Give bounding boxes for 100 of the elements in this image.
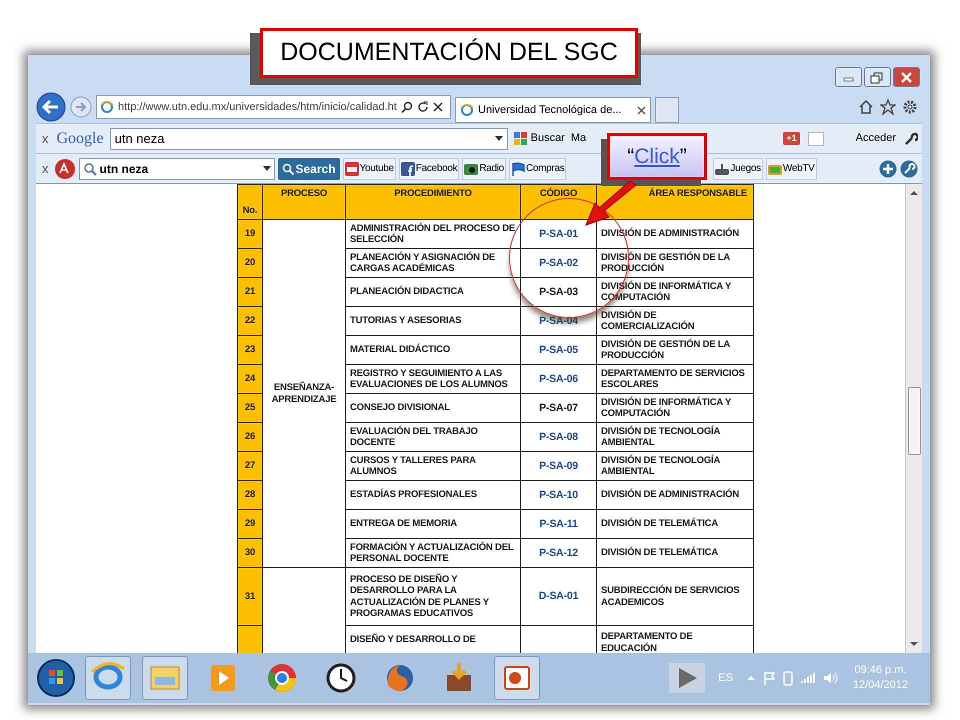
search-icon [82,162,96,176]
joystick-icon [715,162,730,176]
table-cell: REGISTRO Y SEGUIMIENTO A LAS EVALUACIONES DE LOS ALUMNOS [350,368,508,390]
table-cell: CURSOS Y TALLERES PARA ALUMNOS [350,454,476,477]
table-cell: DIVISIÓN DE TECNOLOGÍA AMBIENTAL [601,426,720,448]
table-cell: DIVISIÓN DE TELEMÁTICA [601,547,718,558]
table-cell: PLANEACIÓN DIDACTICA [350,286,464,298]
search-icon[interactable] [400,101,413,113]
toolbar-link[interactable]: Radio [462,158,506,180]
settings-icon[interactable] [902,99,918,115]
click-link[interactable]: Click [634,140,680,172]
table-cell: FORMACIÓN Y ACTUALIZACIÓN DEL PERSONAL DOCENTE [350,542,514,564]
up-arrow-icon [910,190,918,196]
table-cell: 25 [238,394,262,422]
browser-tab[interactable]: Universidad Tecnológica de... [455,97,651,123]
toolbar-link[interactable]: Facebook [398,158,460,180]
refresh-icon[interactable] [416,101,429,113]
table-cell: DIVISIÓN DE TECNOLOGÍA AMBIENTAL [601,454,720,477]
search-field[interactable]: utn neza [110,128,508,150]
table-cell: ESTADÍAS PROFESIONALES [350,489,477,500]
table-cell: CONSEJO DIVISIONAL [350,402,450,414]
ask-logo-icon [54,158,76,180]
toolbar-link[interactable]: WebTV [766,158,817,180]
search-icon [282,162,294,174]
table-cell: P-SA-07 [539,402,578,414]
google-logo: Google [56,128,104,148]
quote-mark: ” [680,144,687,170]
close-icon[interactable] [637,106,646,114]
table-cell-text: ENSEÑANZA-APRENDIZAJE [270,382,338,405]
table-cell: ENTREGA DE MEMORIA [350,518,457,530]
table-cell: DIVISIÓN DE INFORMÁTICA Y COMPUTACIÓN [601,396,731,419]
back-icon[interactable] [36,92,66,122]
search-button[interactable]: Buscar [514,130,565,147]
plus-one-button[interactable]: +1 [783,132,800,146]
search-text: utn neza [114,130,164,148]
table-cell: EVALUACIÓN DEL TRABAJO DOCENTE [350,426,478,448]
document-link[interactable]: D-SA-01 [538,590,578,602]
play-icon[interactable] [669,663,705,693]
table-cell: DEPARTAMENTO DE EDUCACIÓN [601,631,692,653]
table-cell: PROCESO DE DISEÑO Y DESARROLLO PARA LA ACTUALIZACIÓN DE PLANES Y PROGRAMAS EDUCATIVOS [350,574,489,619]
minimize-button[interactable] [835,67,862,87]
maximize-icon [870,72,882,84]
column-header: PROCEDIMIENTO [346,184,520,220]
quote-mark: “ [627,144,634,170]
toolbar-item[interactable]: Ma [570,130,586,147]
star-icon[interactable] [880,99,896,115]
f-letter-icon [400,162,415,176]
toolbar-link[interactable]: Juegos [713,158,763,180]
toolbar-link[interactable]: Youtube [342,158,396,180]
table-cell: PLANEACIÓN Y ASIGNACIÓN DE CARGAS ACADÉMICAS [350,252,496,274]
url-text: http://www.utn.edu.mx/universidades/htm/inicio/calidad.ht [118,100,397,115]
table-cell: 20 [238,248,262,278]
down-arrow-icon [910,641,918,647]
table-cell: DIVISIÓN DE COMERCIALIZACIÓN [601,310,694,332]
table-cell: 28 [238,480,262,510]
slide-title: DOCUMENTACIÓN DEL SGC [260,28,638,78]
scroll-thumb[interactable] [908,387,920,455]
table-cell: 29 [238,510,262,538]
dropdown-icon [262,166,270,172]
table-cell: 31 [238,568,262,626]
wrench-icon[interactable] [900,160,918,178]
start-orb-icon[interactable] [36,658,76,698]
table-cell: MATERIAL DIDÁCTICO [350,344,450,356]
table-cell: DIVISIÓN DE GESTIÓN DE LA PRODUCCIÓN [601,338,730,361]
dropdown-icon [494,136,503,142]
table-cell: 23 [238,336,262,364]
tab-title: Universidad Tecnológica de... [478,102,622,118]
close-button[interactable]: x [40,158,50,178]
table-cell: 24 [238,364,262,394]
sign-in-link[interactable]: Acceder [856,130,896,147]
table-cell: DIVISIÓN DE ADMINISTRACIÓN [601,489,740,500]
table-cell: 30 [238,538,262,568]
close-icon[interactable] [432,102,443,112]
plus-icon[interactable] [879,160,897,178]
scrollbar[interactable] [905,184,922,653]
close-button[interactable]: x [40,128,50,148]
table-cell: DISEÑO Y DESARROLLO DE [350,634,476,646]
table-cell: SUBDIRECCIÓN DE SERVICIOS ACADEMICOS [601,585,740,608]
home-icon[interactable] [858,99,874,115]
browser-icon [460,103,474,117]
table-cell: DIVISIÓN DE TELEMÁTICA [601,518,718,530]
search-field[interactable]: utn neza [78,158,274,180]
presentation-icon[interactable] [494,656,540,700]
wrench-icon[interactable] [904,132,918,146]
squares-icon [514,132,528,146]
toolbar-link[interactable]: Compras [508,158,566,180]
browser-icon[interactable] [85,656,131,700]
maximize-button[interactable] [864,67,891,87]
browser-icon [100,100,114,114]
search-text: utn neza [100,160,148,178]
close-button[interactable] [893,67,920,87]
flag-icon [510,162,525,176]
column-header: CÓDIGO [520,184,596,220]
search-button[interactable]: Search [278,158,340,180]
address-bar[interactable]: http://www.utn.edu.mx/universidades/htm/inicio/calidad.ht [96,95,451,119]
arrow-icon [585,181,637,226]
table-cell: 26 [238,422,262,452]
video-icon [344,162,359,176]
column-header: PROCESO [262,184,346,220]
radio-icon [464,162,478,176]
